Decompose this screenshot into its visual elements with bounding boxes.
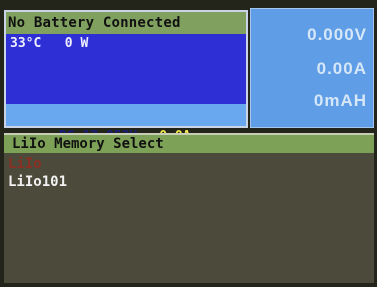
memory-item-lilo[interactable]: LiIo <box>8 155 370 173</box>
output-current: 0.00A <box>316 59 367 78</box>
output-voltage: 0.000V <box>307 25 367 44</box>
memory-select-panel: LiIo Memory Select LiIo LiIo101 <box>4 133 374 283</box>
memory-item-lilo101[interactable]: LiIo101 <box>8 173 370 191</box>
battery-status-panel: No Battery Connected 33°C 0 W DC 17.053V… <box>4 10 248 144</box>
battery-status-title: No Battery Connected <box>6 12 246 34</box>
dc-input-readout: DC 17.053V0.0A <box>6 104 246 144</box>
memory-select-title: LiIo Memory Select <box>4 135 374 153</box>
output-capacity: 0mAH <box>313 91 367 110</box>
temperature-power-readout: 33°C 0 W <box>10 36 89 51</box>
memory-list: LiIo LiIo101 <box>8 155 370 191</box>
output-meter-panel: 0.000V 0.00A 0mAH <box>250 8 374 128</box>
charger-display: No Battery Connected 33°C 0 W DC 17.053V… <box>0 0 377 287</box>
